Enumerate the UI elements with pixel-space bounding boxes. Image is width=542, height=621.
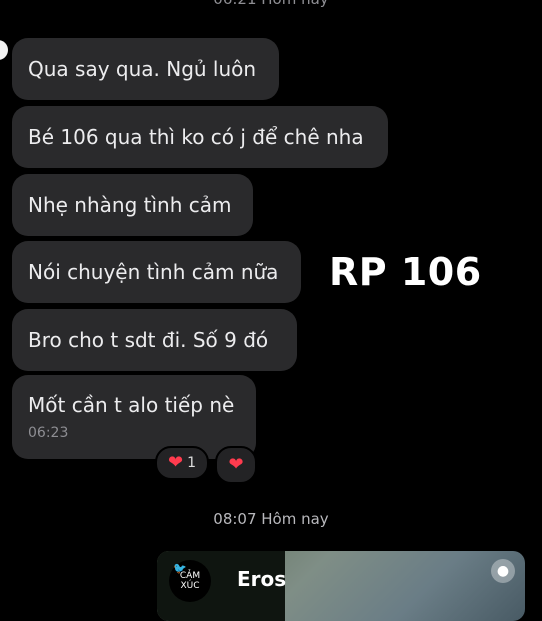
- heart-icon: ❤: [167, 452, 184, 473]
- message-text: Nhẹ nhàng tình cảm: [28, 193, 232, 217]
- message-time: 06:23: [28, 425, 69, 441]
- message-bubble[interactable]: Nói chuyện tình cảm nữa: [12, 241, 301, 303]
- message-text: Mốt cần t alo tiếp nè: [28, 393, 235, 417]
- heart-icon: ❤: [228, 454, 244, 475]
- message-bubble[interactable]: Bé 106 qua thì ko có j để chê nha: [12, 106, 388, 168]
- message-text: Qua say qua. Ngủ luôn: [28, 57, 257, 81]
- reaction-summary[interactable]: ❤ 1: [155, 446, 209, 480]
- reaction-count: 1: [187, 455, 196, 471]
- card-logo: 🐦 CẢM XÚC: [169, 560, 211, 602]
- message-bubble[interactable]: Bro cho t sdt đi. Số 9 đó: [12, 309, 297, 371]
- profile-icon[interactable]: ●: [491, 559, 515, 583]
- message-bubble[interactable]: Nhẹ nhàng tình cảm: [12, 174, 253, 236]
- bird-icon: 🐦: [173, 562, 187, 575]
- overlay-label: RP 106: [329, 250, 482, 294]
- card-title: Eros: [237, 567, 287, 591]
- shared-card[interactable]: 🐦 CẢM XÚC Eros ●: [157, 551, 525, 621]
- message-text: Nói chuyện tình cảm nữa: [28, 260, 279, 284]
- message-bubble[interactable]: Mốt cần t alo tiếp nè 06:23: [12, 375, 256, 459]
- message-text: Bro cho t sdt đi. Số 9 đó: [28, 328, 269, 352]
- sender-avatar[interactable]: [0, 40, 8, 60]
- message-bubble[interactable]: Qua say qua. Ngủ luôn: [12, 38, 279, 100]
- top-timestamp: 06:21 Hôm nay: [0, 0, 542, 8]
- message-text: Bé 106 qua thì ko có j để chê nha: [28, 125, 364, 149]
- add-reaction-button[interactable]: ❤: [215, 446, 257, 484]
- divider-timestamp: 08:07 Hôm nay: [213, 510, 329, 528]
